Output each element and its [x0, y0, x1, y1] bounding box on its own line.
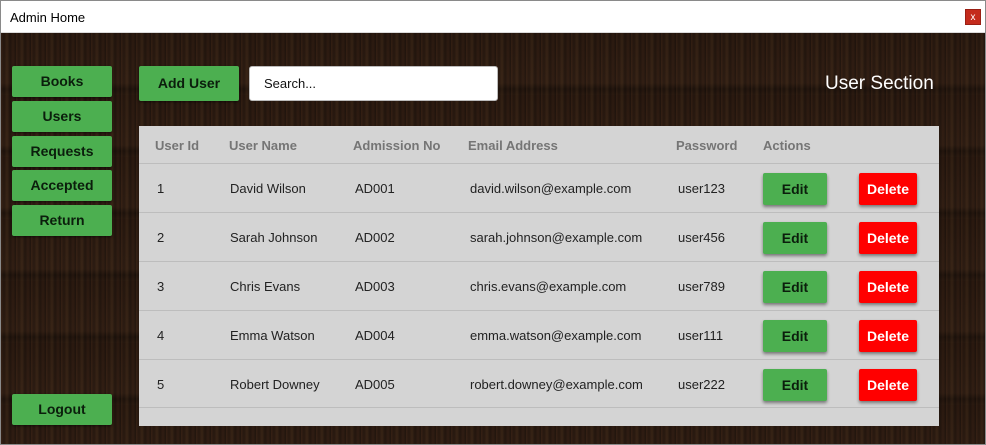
- cell-email: sarah.johnson@example.com: [470, 230, 643, 245]
- cell-user-name: Chris Evans: [230, 279, 301, 294]
- cell-admission-no: AD001: [355, 181, 395, 196]
- close-icon[interactable]: x: [965, 9, 981, 25]
- sidebar-books-button[interactable]: Books: [12, 66, 112, 97]
- cell-user-name: Sarah Johnson: [230, 230, 318, 245]
- edit-button[interactable]: Edit: [763, 271, 827, 303]
- admin-home-window: Admin Home x Books Users Requests Accept…: [0, 0, 986, 445]
- cell-password: user456: [678, 230, 725, 245]
- header-user-name: User Name: [229, 138, 297, 153]
- header-email: Email Address: [468, 138, 558, 153]
- sidebar-return-button[interactable]: Return: [12, 205, 112, 236]
- cell-user-id: 1: [157, 181, 165, 196]
- edit-button[interactable]: Edit: [763, 369, 827, 401]
- add-user-button[interactable]: Add User: [139, 66, 239, 101]
- cell-admission-no: AD002: [355, 230, 395, 245]
- sidebar-requests-button[interactable]: Requests: [12, 136, 112, 167]
- delete-button[interactable]: Delete: [859, 369, 917, 401]
- cell-admission-no: AD003: [355, 279, 395, 294]
- header-password: Password: [676, 138, 738, 153]
- header-admission-no: Admission No: [353, 138, 441, 153]
- search-input[interactable]: [249, 66, 498, 101]
- cell-password: user111: [678, 328, 724, 343]
- cell-email: chris.evans@example.com: [470, 279, 627, 294]
- cell-admission-no: AD005: [355, 377, 395, 392]
- cell-password: user123: [678, 181, 725, 196]
- title-bar: Admin Home x: [1, 1, 985, 33]
- sidebar-accepted-button[interactable]: Accepted: [12, 170, 112, 201]
- window-title: Admin Home: [10, 10, 86, 25]
- cell-user-name: Emma Watson: [230, 328, 315, 343]
- cell-user-id: 2: [157, 230, 165, 245]
- section-title: User Section: [825, 73, 934, 94]
- table-row: 4 Emma Watson AD004 emma.watson@example.…: [139, 310, 939, 359]
- edit-button[interactable]: Edit: [763, 320, 827, 352]
- edit-button[interactable]: Edit: [763, 173, 827, 205]
- edit-button[interactable]: Edit: [763, 222, 827, 254]
- cell-admission-no: AD004: [355, 328, 395, 343]
- sidebar-users-button[interactable]: Users: [12, 101, 112, 132]
- logout-button[interactable]: Logout: [12, 394, 112, 425]
- table-row: 2 Sarah Johnson AD002 sarah.johnson@exam…: [139, 212, 939, 261]
- cell-email: robert.downey@example.com: [470, 377, 643, 392]
- cell-password: user222: [678, 377, 725, 392]
- delete-button[interactable]: Delete: [859, 271, 917, 303]
- users-table: User Id User Name Admission No Email Add…: [139, 126, 939, 426]
- cell-password: user789: [678, 279, 725, 294]
- cell-user-id: 5: [157, 377, 165, 392]
- cell-user-id: 4: [157, 328, 165, 343]
- cell-user-name: Robert Downey: [230, 377, 320, 392]
- table-row: 5 Robert Downey AD005 robert.downey@exam…: [139, 359, 939, 408]
- main-content: Books Users Requests Accepted Return Log…: [1, 33, 985, 444]
- table-row: 3 Chris Evans AD003 chris.evans@example.…: [139, 261, 939, 310]
- delete-button[interactable]: Delete: [859, 173, 917, 205]
- cell-user-id: 3: [157, 279, 165, 294]
- table-row: 1 David Wilson AD001 david.wilson@exampl…: [139, 163, 939, 212]
- header-user-id: User Id: [155, 138, 200, 153]
- cell-email: david.wilson@example.com: [470, 181, 632, 196]
- delete-button[interactable]: Delete: [859, 222, 917, 254]
- delete-button[interactable]: Delete: [859, 320, 917, 352]
- header-actions: Actions: [763, 138, 811, 153]
- cell-user-name: David Wilson: [230, 181, 306, 196]
- cell-email: emma.watson@example.com: [470, 328, 642, 343]
